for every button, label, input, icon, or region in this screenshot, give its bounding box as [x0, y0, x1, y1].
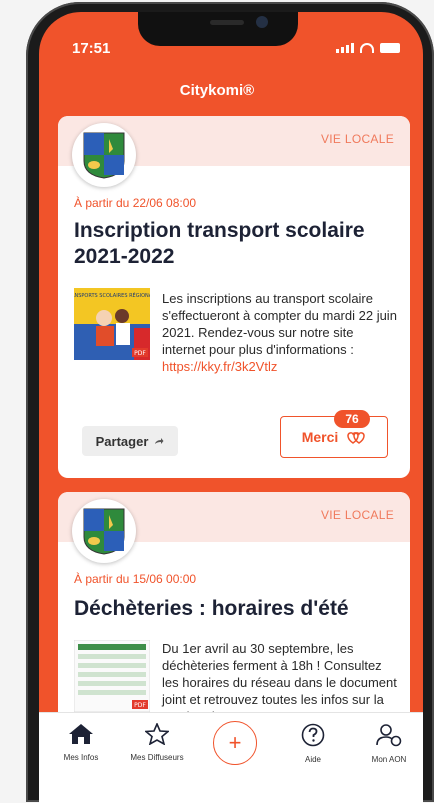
plus-icon: +: [228, 730, 242, 755]
post-category: VIE LOCALE: [320, 132, 394, 146]
merci-label: Merci: [301, 429, 339, 445]
share-label: Partager: [95, 433, 149, 449]
post-category: VIE LOCALE: [320, 508, 394, 522]
post-body-text: Les inscriptions au transport scolaire s…: [162, 291, 397, 357]
signal-icon: [336, 42, 354, 53]
hearts-icon: [347, 432, 365, 444]
status-icons: [336, 42, 400, 53]
help-icon: [301, 723, 325, 747]
svg-text:PDF: PDF: [134, 702, 146, 709]
merci-count-badge: 76: [334, 410, 370, 428]
post-link[interactable]: https://kky.fr/3k2Vtlz: [162, 358, 398, 375]
post-title[interactable]: Inscription transport scolaire 2021-2022: [74, 218, 404, 270]
card-header: VIE LOCALE: [58, 116, 410, 187]
status-time: 17:51: [72, 40, 111, 57]
post-card[interactable]: VIE LOCALE À partir du 22/06 08:00 Inscr…: [58, 116, 410, 478]
share-button[interactable]: Partager: [82, 426, 178, 456]
post-card[interactable]: VIE LOCALE À partir du 15/06 00:00 Déchè…: [58, 492, 410, 732]
pdf-thumbnail[interactable]: TRANSPORTS SCOLAIRES RÉGIONAUX PDF: [74, 288, 150, 360]
front-camera: [256, 16, 268, 28]
tab-mes-infos[interactable]: Mes Infos: [43, 723, 119, 762]
pdf-thumbnail[interactable]: PDF: [74, 640, 150, 712]
tab-label: Aide: [304, 755, 321, 764]
wifi-icon: [360, 42, 374, 53]
post-body: Les inscriptions au transport scolaire s…: [162, 290, 398, 375]
post-date: À partir du 15/06 00:00: [74, 572, 197, 586]
app-title: Citykomi®: [179, 82, 255, 99]
post-title[interactable]: Déchèteries : horaires d'été: [74, 596, 404, 622]
phone-notch: [138, 12, 298, 46]
star-icon: [143, 721, 171, 746]
svg-text:TRANSPORTS SCOLAIRES RÉGIONAUX: TRANSPORTS SCOLAIRES RÉGIONAUX: [74, 291, 150, 299]
add-button[interactable]: +: [213, 721, 257, 765]
tab-label: Mes Diffuseurs: [130, 753, 184, 762]
municipality-logo: [72, 123, 136, 187]
tab-aide[interactable]: Aide: [275, 723, 351, 764]
tab-mon-aon[interactable]: Mon AON: [351, 723, 427, 764]
tab-label: Mon AON: [371, 755, 407, 764]
user-icon: [376, 724, 402, 747]
share-arrow-icon: [155, 438, 164, 444]
tab-mes-diffuseurs[interactable]: Mes Diffuseurs: [119, 721, 195, 762]
home-icon: [69, 724, 93, 744]
card-header: VIE LOCALE: [58, 492, 410, 563]
speaker-grille: [210, 20, 244, 25]
post-date: À partir du 22/06 08:00: [74, 196, 197, 210]
municipality-logo: [72, 499, 136, 563]
tab-label: Mes Infos: [63, 753, 99, 762]
bottom-tab-bar: Mes Infos Mes Diffuseurs + Aide Mon AON: [39, 712, 423, 803]
battery-icon: [380, 42, 400, 53]
svg-text:PDF: PDF: [134, 350, 146, 357]
